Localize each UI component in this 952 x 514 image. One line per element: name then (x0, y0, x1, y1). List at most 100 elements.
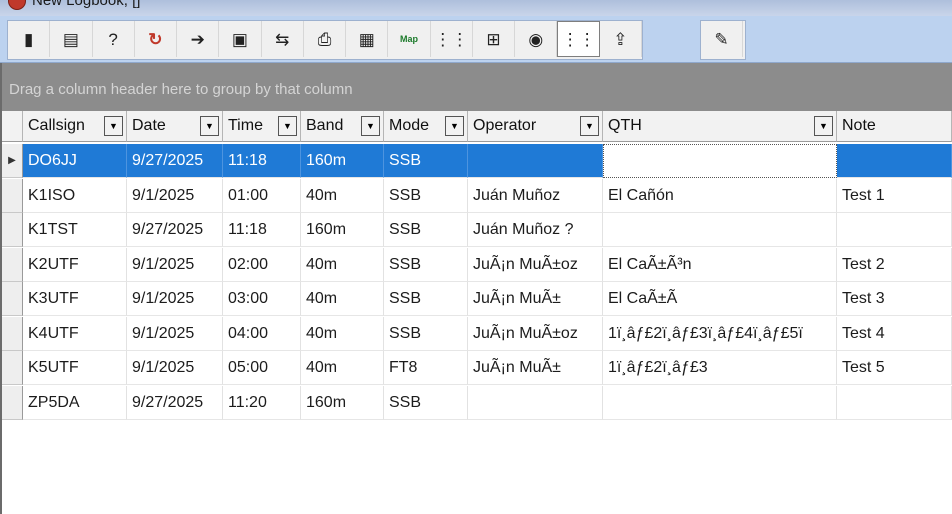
table-row[interactable]: ▶ DO6JJ 9/27/2025 11:18 160m SSB (2, 144, 952, 178)
cell-time[interactable]: 05:00 (223, 351, 301, 385)
filter-dropdown-icon[interactable]: ▼ (361, 116, 380, 136)
cell-time[interactable]: 11:18 (223, 144, 301, 178)
cell-note[interactable] (837, 213, 952, 247)
cell-band[interactable]: 160m (301, 144, 384, 178)
cell-qth[interactable]: 1ï¸âƒ£2ï¸âƒ£3ï¸âƒ£4ï¸âƒ£5ï (603, 316, 837, 351)
cell-band[interactable]: 160m (301, 385, 384, 420)
cell-callsign[interactable]: K2UTF (23, 247, 127, 282)
cell-callsign[interactable]: DO6JJ (23, 144, 127, 178)
cell-date[interactable]: 9/27/2025 (127, 213, 223, 247)
cell-time[interactable]: 11:20 (223, 385, 301, 420)
cell-date[interactable]: 9/1/2025 (127, 247, 223, 282)
cell-qth[interactable] (603, 385, 837, 420)
new-logbook-icon[interactable]: ▤ (50, 21, 93, 57)
cell-mode[interactable]: SSB (384, 213, 468, 247)
cell-mode[interactable]: SSB (384, 178, 468, 213)
cb-pen-icon[interactable]: ✎ (701, 21, 743, 57)
table-row[interactable]: K5UTF 9/1/2025 05:00 40m FT8 JuÃ¡n MuÃ± 1ï¸âƒ£… (2, 351, 952, 385)
cell-qth[interactable] (603, 213, 837, 247)
chart-icon[interactable]: ▦ (346, 21, 389, 57)
cell-time[interactable]: 02:00 (223, 247, 301, 282)
cell-date[interactable]: 9/27/2025 (127, 144, 223, 178)
upload-icon[interactable]: ⇪ (600, 21, 642, 57)
table-row[interactable]: K1TST 9/27/2025 11:18 160m SSB Juán Muñoz ? (2, 213, 952, 247)
cell-note[interactable]: Test 3 (837, 282, 952, 316)
layout-icon[interactable]: ⊞ (473, 21, 516, 57)
map-icon[interactable]: Map (388, 21, 431, 57)
cell-callsign[interactable]: K1TST (23, 213, 127, 247)
cell-note[interactable]: Test 2 (837, 247, 952, 282)
columns-icon[interactable]: ⋮⋮ (431, 21, 473, 57)
cell-time[interactable]: 11:18 (223, 213, 301, 247)
cell-mode[interactable]: SSB (384, 385, 468, 420)
cell-time[interactable]: 04:00 (223, 316, 301, 351)
cell-date[interactable]: 9/1/2025 (127, 178, 223, 213)
table-row[interactable]: K1ISO 9/1/2025 01:00 40m SSB Juán Muñoz El Cañ… (2, 178, 952, 213)
cell-band[interactable]: 160m (301, 213, 384, 247)
cell-mode[interactable]: SSB (384, 247, 468, 282)
cell-operator[interactable]: JuÃ¡n MuÃ± (468, 282, 603, 316)
cell-date[interactable]: 9/1/2025 (127, 316, 223, 351)
print-icon[interactable]: ⎙ (304, 21, 347, 57)
grid-toggle-icon[interactable]: ⋮⋮ (557, 21, 600, 57)
export-icon[interactable]: ➔ (177, 21, 220, 57)
cell-qth[interactable]: El CaÃ±Ã (603, 282, 837, 316)
import-icon[interactable]: ▣ (219, 21, 262, 57)
cell-qth[interactable]: El CaÃ±Ã³n (603, 247, 837, 282)
filter-dropdown-icon[interactable]: ▼ (580, 116, 599, 136)
cell-band[interactable]: 40m (301, 282, 384, 316)
filter-dropdown-icon[interactable]: ▼ (104, 116, 123, 136)
filter-dropdown-icon[interactable]: ▼ (278, 116, 297, 136)
cell-callsign[interactable]: K3UTF (23, 282, 127, 316)
column-header-qth[interactable]: QTH ▼ (603, 111, 837, 142)
column-header-operator[interactable]: Operator ▼ (468, 111, 603, 142)
cell-mode[interactable]: FT8 (384, 351, 468, 385)
column-header-note[interactable]: Note (837, 111, 952, 142)
table-row[interactable]: K2UTF 9/1/2025 02:00 40m SSB JuÃ¡n MuÃ±oz El C… (2, 247, 952, 282)
row-indicator[interactable] (2, 213, 23, 247)
cell-date[interactable]: 9/1/2025 (127, 282, 223, 316)
cell-callsign[interactable]: ZP5DA (23, 385, 127, 420)
table-row[interactable]: ZP5DA 9/27/2025 11:20 160m SSB (2, 385, 952, 420)
radio-icon[interactable]: ◉ (515, 21, 558, 57)
cell-operator[interactable] (468, 144, 603, 178)
cell-operator[interactable]: Juán Muñoz ? (468, 213, 603, 247)
cell-mode[interactable]: SSB (384, 144, 468, 178)
help-icon[interactable]: ? (93, 21, 135, 57)
filter-dropdown-icon[interactable]: ▼ (200, 116, 219, 136)
cell-operator[interactable]: JuÃ¡n MuÃ±oz (468, 247, 603, 282)
row-indicator[interactable] (2, 385, 23, 420)
sort-icon[interactable]: ⇆ (262, 21, 304, 57)
column-header-band[interactable]: Band ▼ (301, 111, 384, 142)
cell-time[interactable]: 03:00 (223, 282, 301, 316)
cell-qth[interactable] (603, 144, 837, 178)
column-header-mode[interactable]: Mode ▼ (384, 111, 468, 142)
cell-operator[interactable]: JuÃ¡n MuÃ± (468, 351, 603, 385)
table-row[interactable]: K4UTF 9/1/2025 04:00 40m SSB JuÃ¡n MuÃ±oz 1ï¸â… (2, 316, 952, 351)
cell-date[interactable]: 9/27/2025 (127, 385, 223, 420)
cell-band[interactable]: 40m (301, 316, 384, 351)
column-header-date[interactable]: Date ▼ (127, 111, 223, 142)
cell-time[interactable]: 01:00 (223, 178, 301, 213)
cell-note[interactable]: Test 1 (837, 178, 952, 213)
cell-band[interactable]: 40m (301, 247, 384, 282)
row-indicator[interactable] (2, 282, 23, 316)
cell-note[interactable] (837, 144, 952, 178)
cell-operator[interactable]: Juán Muñoz (468, 178, 603, 213)
row-indicator[interactable] (2, 351, 23, 385)
group-by-panel[interactable]: Drag a column header here to group by th… (0, 63, 952, 111)
cell-operator[interactable] (468, 385, 603, 420)
filter-dropdown-icon[interactable]: ▼ (814, 116, 833, 136)
cell-callsign[interactable]: K5UTF (23, 351, 127, 385)
row-indicator[interactable] (2, 316, 23, 351)
cell-qth[interactable]: El Cañón (603, 178, 837, 213)
table-row[interactable]: K3UTF 9/1/2025 03:00 40m SSB JuÃ¡n MuÃ± El CaÃ… (2, 282, 952, 316)
cell-callsign[interactable]: K4UTF (23, 316, 127, 351)
cell-note[interactable]: Test 4 (837, 316, 952, 351)
row-indicator[interactable] (2, 178, 23, 213)
cell-operator[interactable]: JuÃ¡n MuÃ±oz (468, 316, 603, 351)
row-indicator[interactable] (2, 247, 23, 282)
cell-qth[interactable]: 1ï¸âƒ£2ï¸âƒ£3 (603, 351, 837, 385)
cell-date[interactable]: 9/1/2025 (127, 351, 223, 385)
cell-note[interactable]: Test 5 (837, 351, 952, 385)
